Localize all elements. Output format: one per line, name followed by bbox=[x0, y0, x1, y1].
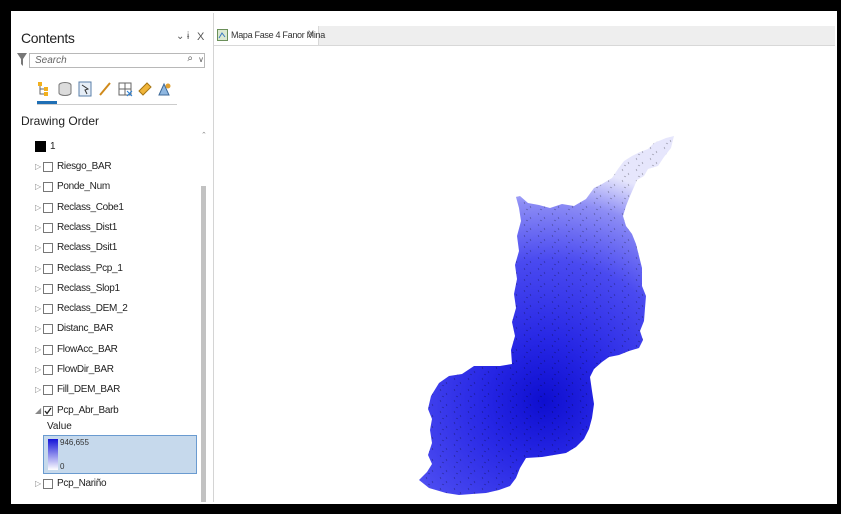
list-by-drawing-order-icon[interactable] bbox=[37, 81, 53, 97]
layer-visibility-checkbox[interactable] bbox=[43, 365, 53, 375]
layer-visibility-checkbox[interactable] bbox=[43, 324, 53, 335]
layer-label: Reclass_DEM_2 bbox=[57, 303, 128, 315]
layer-row[interactable]: ▷ Reclass_DEM_2 bbox=[13, 301, 203, 319]
layer-row[interactable]: ▷ Reclass_Cobe1 bbox=[13, 200, 203, 218]
layer-visibility-checkbox[interactable] bbox=[43, 182, 53, 193]
expand-arrow-icon[interactable]: ▷ bbox=[35, 243, 41, 252]
legend-swatch-selected[interactable]: 946,655 0 bbox=[43, 435, 197, 474]
layer-label: FlowAcc_BAR bbox=[57, 343, 118, 355]
layer-row[interactable]: ▷ Pcp_Nariño bbox=[13, 476, 203, 494]
list-by-perspective-icon[interactable] bbox=[157, 81, 173, 97]
expand-arrow-icon[interactable]: ▷ bbox=[35, 324, 41, 333]
layer-visibility-checkbox[interactable] bbox=[43, 202, 53, 213]
layer-label: Reclass_Dist1 bbox=[57, 221, 118, 233]
layer-visibility-checkbox[interactable] bbox=[43, 222, 53, 233]
pin-icon[interactable]: ɨ bbox=[187, 31, 189, 42]
drainage-network-overlay bbox=[419, 136, 674, 495]
layer-row[interactable]: ▷ Distanc_BAR bbox=[13, 321, 203, 339]
contents-pane-title: Contents bbox=[21, 30, 75, 46]
layer-row[interactable]: ▷ Reclass_Dsit1 bbox=[13, 240, 203, 258]
expand-arrow-icon[interactable]: ▷ bbox=[35, 203, 41, 212]
layer-visibility-checkbox[interactable] bbox=[43, 304, 53, 315]
color-ramp bbox=[48, 439, 58, 470]
app-window: Contents ⌄ ɨ X Search ⌕ ∨ Drawing Order … bbox=[11, 11, 837, 504]
expand-arrow-icon[interactable]: ▷ bbox=[35, 223, 41, 232]
layer-visibility-checkbox[interactable] bbox=[43, 344, 53, 355]
layer-visibility-checkbox[interactable] bbox=[43, 243, 53, 254]
layer-visibility-checkbox[interactable] bbox=[43, 385, 53, 396]
map-frame-icon bbox=[35, 141, 46, 152]
drawing-order-heading: Drawing Order bbox=[21, 114, 100, 128]
layer-row[interactable]: ◢ Pcp_Abr_Barb bbox=[13, 403, 203, 421]
layer-row[interactable]: ▷ Reclass_Slop1 bbox=[13, 281, 203, 299]
expand-arrow-icon[interactable]: ▷ bbox=[35, 345, 41, 354]
search-row: Search ⌕ ∨ bbox=[17, 53, 207, 70]
filter-icon[interactable] bbox=[17, 53, 27, 67]
search-dropdown-chevron-icon[interactable]: ∨ bbox=[198, 53, 204, 67]
legend-min-value: 0 bbox=[60, 462, 65, 471]
map-view[interactable] bbox=[214, 46, 835, 502]
layer-row[interactable]: ▷ Ponde_Num bbox=[13, 179, 203, 197]
layer-row[interactable]: ▷ Fill_DEM_BAR bbox=[13, 382, 203, 400]
layer-visibility-checkbox[interactable] bbox=[43, 283, 53, 294]
close-tab-button[interactable]: X bbox=[308, 29, 314, 39]
layer-visibility-checkbox[interactable] bbox=[43, 405, 53, 416]
legend-value-title: Value bbox=[47, 421, 72, 432]
scroll-up-icon[interactable]: ⌃ bbox=[201, 131, 207, 139]
map-root-label: 1 bbox=[50, 141, 56, 152]
layer-label: Fill_DEM_BAR bbox=[57, 384, 121, 396]
expand-arrow-icon[interactable]: ▷ bbox=[35, 479, 41, 488]
search-icon[interactable]: ⌕ bbox=[187, 53, 193, 64]
legend-max-value: 946,655 bbox=[60, 438, 89, 447]
layer-label: Pcp_Abr_Barb bbox=[57, 404, 119, 416]
layer-row[interactable]: ▷ FlowDir_BAR bbox=[13, 362, 203, 380]
layer-visibility-checkbox[interactable] bbox=[43, 263, 53, 274]
layer-row[interactable]: ▷ Reclass_Pcp_1 bbox=[13, 261, 203, 279]
layer-row[interactable]: ▷ Riesgo_BAR bbox=[13, 159, 203, 177]
pane-options-chevron-icon[interactable]: ⌄ bbox=[176, 31, 184, 42]
expand-arrow-icon[interactable]: ▷ bbox=[35, 284, 41, 293]
search-input[interactable]: Search bbox=[29, 53, 205, 68]
layer-label: Reclass_Dsit1 bbox=[57, 242, 118, 254]
layer-label: Distanc_BAR bbox=[57, 323, 114, 335]
list-by-labeling-icon[interactable] bbox=[137, 81, 153, 97]
expand-arrow-icon[interactable]: ▷ bbox=[35, 365, 41, 374]
list-by-editing-icon[interactable] bbox=[97, 81, 113, 97]
contents-toolbar bbox=[37, 79, 187, 101]
list-by-source-icon[interactable] bbox=[57, 81, 73, 97]
layer-row[interactable]: ▷ FlowAcc_BAR bbox=[13, 342, 203, 360]
expand-arrow-icon[interactable]: ▷ bbox=[35, 385, 41, 394]
view-tab-strip: Mapa Fase 4 Fanor Mina X bbox=[214, 26, 835, 46]
layer-label: Reclass_Slop1 bbox=[57, 282, 120, 294]
list-by-snapping-icon[interactable] bbox=[117, 81, 133, 97]
raster-layer-pcp-abr-barb bbox=[419, 136, 674, 495]
contents-pane: Contents ⌄ ɨ X Search ⌕ ∨ Drawing Order … bbox=[13, 13, 214, 502]
layer-label: FlowDir_BAR bbox=[57, 364, 114, 375]
toolbar-divider bbox=[37, 104, 177, 105]
expand-arrow-icon[interactable]: ▷ bbox=[35, 264, 41, 273]
expand-arrow-icon[interactable]: ▷ bbox=[35, 182, 41, 191]
map-icon bbox=[217, 29, 228, 41]
expand-arrow-icon[interactable]: ▷ bbox=[35, 304, 41, 313]
tab-map[interactable]: Mapa Fase 4 Fanor Mina X bbox=[214, 26, 325, 45]
layer-row[interactable]: ▷ Reclass_Dist1 bbox=[13, 220, 203, 238]
list-by-selection-icon[interactable] bbox=[77, 81, 93, 97]
layer-visibility-checkbox[interactable] bbox=[43, 479, 53, 489]
layer-visibility-checkbox[interactable] bbox=[43, 162, 53, 172]
layer-label: Pcp_Nariño bbox=[57, 478, 107, 489]
close-pane-button[interactable]: X bbox=[197, 31, 204, 43]
layer-label: Reclass_Cobe1 bbox=[57, 201, 124, 213]
layer-label: Riesgo_BAR bbox=[57, 161, 112, 172]
layer-label: Reclass_Pcp_1 bbox=[57, 262, 123, 274]
layer-label: Ponde_Num bbox=[57, 181, 110, 193]
collapse-arrow-icon[interactable]: ◢ bbox=[35, 406, 41, 415]
expand-arrow-icon[interactable]: ▷ bbox=[35, 162, 41, 171]
